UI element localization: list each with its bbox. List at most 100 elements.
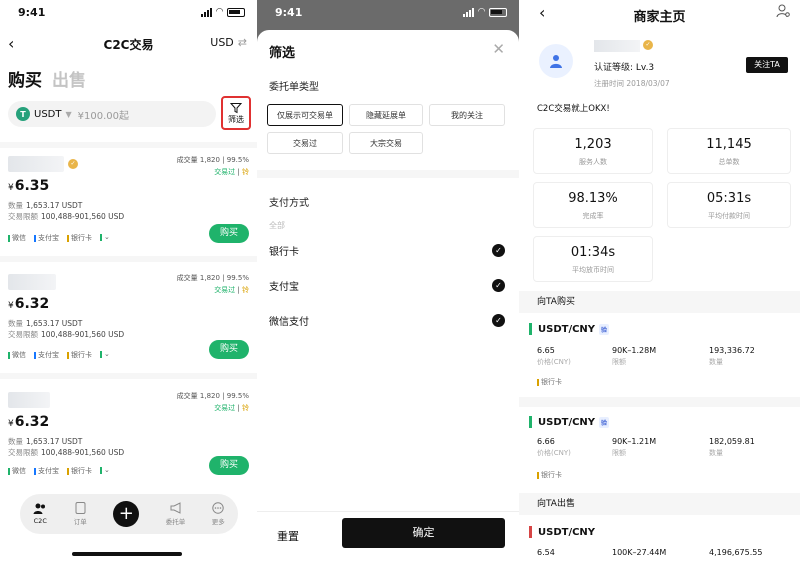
home-indicator [72,552,182,556]
filter-button[interactable]: 筛选 [221,96,251,130]
merchant-name-blurred[interactable] [8,392,50,408]
amount-input[interactable]: ¥100.00起 [78,107,129,122]
status-bar: 9:41 ◠ [0,0,257,26]
divider [0,373,257,379]
trade-tabs: 购买 出售 [8,66,86,91]
person-settings-icon[interactable] [776,4,790,22]
ad-rate: 99.5% [226,156,249,164]
currency-switch[interactable]: USD ⇄ [210,36,247,49]
merchant-name-blurred[interactable] [8,156,64,172]
merchant-slogan: C2C交易就上OKX! [537,104,610,114]
tab-ads[interactable]: 委托单 [166,502,185,526]
verified-tag: 验 [599,323,610,335]
pay-wechat: 微信 [8,233,26,243]
ad-tag-bell: 铃 [242,404,249,412]
verified-tag: 验 [599,416,610,428]
ad-tag-traded: 交易过 [214,286,236,294]
pay-wechat: 微信 [8,466,26,476]
orders-icon [75,502,86,514]
more-icon [212,502,224,514]
ad-tag-bell: 铃 [242,286,249,294]
close-icon[interactable]: ✕ [492,40,505,58]
ad-tag-traded: 交易过 [214,168,236,176]
ad-payment-methods: 微信 支付宝 银行卡 ⌄ [8,350,110,360]
chip-following[interactable]: 我的关注 [429,104,505,126]
battery-icon [489,7,507,17]
merchant-name-blurred[interactable] [8,274,56,290]
ad-card: 成交量 1,820 | 99.5% 交易过 | 铃 ¥6.32 数量 1,653.… [0,386,257,486]
ad-price: ¥6.32 [8,296,50,312]
chip-traded[interactable]: 交易过 [267,132,343,154]
stat-avg-pay-time: 05:31s 平均付款时间 [667,182,791,228]
reset-button[interactable]: 重置 [277,528,299,544]
payment-option-bank[interactable]: 银行卡 ✓ [269,240,505,260]
ad-payment-methods: 微信 支付宝 银行卡 ⌄ [8,233,110,243]
ad-rate: 99.5% [226,274,249,282]
buy-button[interactable]: 购买 [209,340,249,359]
bottom-tab-bar: C2C 订单 + 委托单 更多 [20,494,238,534]
listing-limit: 100K–27.44M [612,548,667,557]
ad-stats: 成交量 1,820 | 99.5% 交易过 | 铃 [176,274,249,294]
buy-button[interactable]: 购买 [209,456,249,475]
verified-badge-icon: ✓ [68,159,78,169]
tab-more[interactable]: 更多 [212,502,225,526]
ad-limit: 交易限额 100,488-901,560 USD [8,330,125,339]
ad-tag-traded: 交易过 [214,404,236,412]
order-type-label: 委托单类型 [269,82,319,93]
asset-amount-search[interactable]: T USDT ▼ ¥100.00起 [8,101,216,127]
listing-qty: 193,336.72 数量 [709,346,755,366]
asset-selector[interactable]: USDT [34,109,61,120]
chevron-down-icon[interactable]: ⌄ [100,466,110,476]
listing-price: 6.65 价格(CNY) [537,346,571,366]
pay-alipay: 支付宝 [34,466,59,476]
chevron-down-icon[interactable]: ⌄ [100,233,110,243]
chip-hide-extended[interactable]: 隐藏延展单 [349,104,423,126]
pay-wechat: 微信 [8,350,26,360]
stat-completion-rate: 98.13% 完成率 [533,182,653,228]
pay-bank: 银行卡 [67,233,92,243]
user-icon [550,55,562,68]
payment-all[interactable]: 全部 [269,220,285,231]
check-icon: ✓ [492,313,505,327]
signal-icon [201,7,213,17]
avatar [539,44,573,78]
chevron-down-icon[interactable]: ⌄ [100,350,110,360]
pay-bank: 银行卡 [67,466,92,476]
create-ad-plus-icon[interactable]: + [113,501,140,527]
section-sell-to-merchant: 向TA出售 [519,493,800,515]
divider [257,170,519,178]
listing-pair[interactable]: USDT/CNY 验 [529,323,610,335]
confirm-button[interactable]: 确定 [342,518,505,548]
listing-limit: 90K–1.21M 限额 [612,437,657,457]
currency-label: USD [210,36,234,49]
ad-price: ¥6.32 [8,414,50,430]
ad-card: 成交量 1,820 | 99.5% 交易过 | 铃 ¥6.32 数量 1,653.… [0,268,257,368]
pay-alipay: 支付宝 [34,350,59,360]
divider [519,397,800,407]
ad-rate: 99.5% [226,392,249,400]
header: ‹ C2C交易 USD ⇄ [0,30,257,58]
payment-option-wechat[interactable]: 微信支付 ✓ [269,310,505,330]
ad-payment-methods: 微信 支付宝 银行卡 ⌄ [8,466,110,476]
merchant-level: 认证等级: Lv.3 [594,63,655,73]
follow-button[interactable]: 关注TA [746,57,788,73]
chip-tradable-only[interactable]: 仅展示可交易单 [267,104,343,126]
verified-badge-icon: ✓ [643,40,653,50]
ad-stats: 成交量 1,820 | 99.5% 交易过 | 铃 [176,156,249,176]
buy-button[interactable]: 购买 [209,224,249,243]
swap-icon: ⇄ [237,36,247,49]
tab-c2c[interactable]: C2C [33,503,47,525]
tab-orders[interactable]: 订单 [74,502,87,526]
ad-limit: 交易限额 100,488-901,560 USD [8,448,125,457]
listing-pair[interactable]: USDT/CNY 验 [529,416,610,428]
status-time: 9:41 [275,6,303,19]
ad-price: ¥6.35 [8,178,50,194]
listing-price: 6.54 [537,548,555,557]
listing-pair[interactable]: USDT/CNY [529,526,595,538]
merchant-name-blurred [594,40,640,52]
chip-bulk-trade[interactable]: 大宗交易 [349,132,423,154]
payment-option-alipay[interactable]: 支付宝 ✓ [269,275,505,295]
tab-buy[interactable]: 购买 [8,66,42,91]
chevron-down-icon: ▼ [65,109,72,119]
tab-sell[interactable]: 出售 [52,66,86,91]
